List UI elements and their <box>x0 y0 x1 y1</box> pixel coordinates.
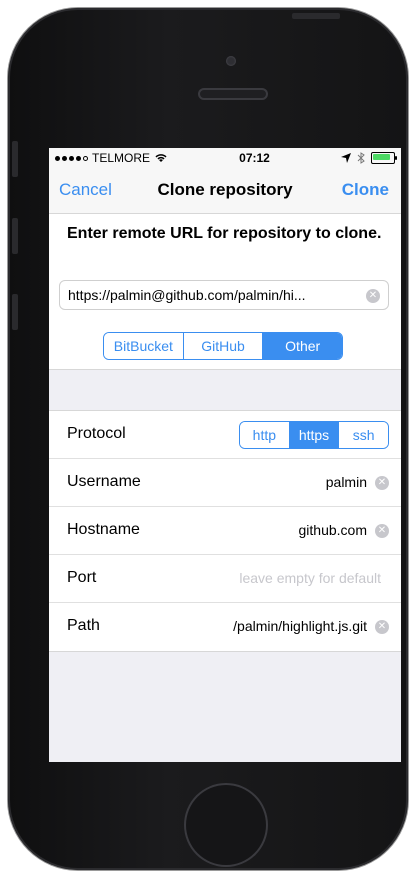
clone-button[interactable]: Clone <box>342 180 389 200</box>
earpiece-speaker <box>198 88 268 100</box>
clock: 07:12 <box>239 151 270 165</box>
location-arrow-icon <box>341 153 351 163</box>
remote-url-value: https://palmin@github.com/palmin/hi... <box>68 287 306 303</box>
front-camera <box>226 56 236 66</box>
port-field[interactable]: leave empty for default <box>239 570 381 586</box>
connection-form: Protocol http https ssh Username palmin … <box>49 410 401 652</box>
provider-github[interactable]: GitHub <box>183 333 264 359</box>
path-field[interactable]: /palmin/highlight.js.git <box>233 618 367 634</box>
wifi-icon <box>155 154 167 162</box>
volume-up-button <box>12 218 18 254</box>
phone-frame: TELMORE 07:12 Cancel Clone repository Cl… <box>8 8 408 870</box>
signal-strength-icon <box>55 155 88 161</box>
home-button[interactable] <box>184 783 268 867</box>
provider-bitbucket[interactable]: BitBucket <box>104 333 184 359</box>
status-left: TELMORE <box>55 151 168 165</box>
clear-icon[interactable]: ✕ <box>375 476 389 490</box>
hostname-field[interactable]: github.com <box>299 522 367 538</box>
protocol-segmented-control: http https ssh <box>239 421 389 449</box>
username-label: Username <box>67 473 141 490</box>
port-row: Port leave empty for default <box>49 555 401 603</box>
protocol-ssh[interactable]: ssh <box>339 422 388 448</box>
status-bar: TELMORE 07:12 <box>49 148 401 168</box>
url-prompt: Enter remote URL for repository to clone… <box>67 225 382 242</box>
volume-down-button <box>12 294 18 330</box>
screen: TELMORE 07:12 Cancel Clone repository Cl… <box>49 148 401 762</box>
username-row: Username palmin ✕ <box>49 459 401 507</box>
status-right <box>341 152 397 164</box>
protocol-label: Protocol <box>67 425 126 442</box>
remote-url-section: Enter remote URL for repository to clone… <box>49 214 401 370</box>
path-row: Path /palmin/highlight.js.git ✕ <box>49 603 401 651</box>
username-field[interactable]: palmin <box>326 474 367 490</box>
mute-switch <box>12 141 18 177</box>
provider-other[interactable]: Other <box>263 333 342 359</box>
clear-icon[interactable]: ✕ <box>366 289 380 303</box>
protocol-http[interactable]: http <box>240 422 290 448</box>
section-gap <box>49 370 401 410</box>
battery-icon <box>371 152 397 164</box>
port-label: Port <box>67 569 97 586</box>
protocol-https[interactable]: https <box>289 422 340 448</box>
navigation-bar: Cancel Clone repository Clone <box>49 168 401 214</box>
hostname-row: Hostname github.com ✕ <box>49 507 401 555</box>
path-label: Path <box>67 617 100 634</box>
remote-url-field[interactable]: https://palmin@github.com/palmin/hi... ✕ <box>59 280 389 310</box>
bluetooth-icon <box>357 152 365 164</box>
protocol-row: Protocol http https ssh <box>49 411 401 459</box>
hostname-label: Hostname <box>67 521 140 538</box>
carrier-name: TELMORE <box>92 151 151 165</box>
provider-segmented-control: BitBucket GitHub Other <box>103 332 343 360</box>
clear-icon[interactable]: ✕ <box>375 524 389 538</box>
clear-icon[interactable]: ✕ <box>375 620 389 634</box>
sleep-button <box>292 13 340 19</box>
